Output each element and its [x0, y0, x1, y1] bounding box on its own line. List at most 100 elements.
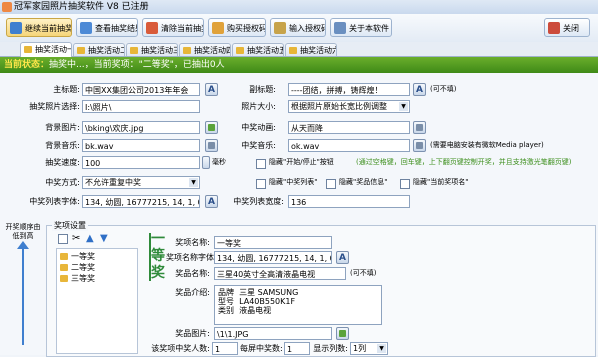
font-button[interactable]: A	[336, 251, 349, 264]
list-width-input[interactable]: 136	[288, 195, 410, 208]
about-button[interactable]: 关于本软件	[330, 18, 392, 37]
mode-label: 中奖方式:	[45, 178, 80, 187]
toolbar: 继续当前抽奖 查看抽奖结果 清除当前抽奖 购买授权码 输入授权码 关于本软件 关…	[0, 14, 598, 43]
order-arrow-shaft	[22, 245, 24, 345]
browse-anim-button[interactable]	[413, 121, 426, 134]
winner-count-input[interactable]: 1	[212, 342, 238, 355]
sub-title-label: 副标题:	[249, 85, 276, 94]
name-font-input[interactable]: 134, 幼圆, 16777215, 14, 1, 0, 0, 0	[214, 251, 332, 264]
folder-icon	[183, 47, 191, 54]
status-label: 当前状态：	[4, 60, 50, 70]
window-title: 冠军家园照片抽奖软件 V8 已注册	[14, 2, 149, 12]
buy-license-button[interactable]: 购买授权码	[208, 18, 266, 37]
browse-image-button[interactable]	[205, 121, 218, 134]
tab-activity-4[interactable]: 抽奖活动四	[179, 43, 231, 56]
sub-title-input[interactable]: ----团结，拼搏，铸辉煌！	[288, 83, 410, 96]
prize-image-input[interactable]: \1\1.JPG	[214, 327, 332, 340]
win-music-input[interactable]: ok.wav	[288, 139, 410, 152]
columns-select[interactable]: 1列 ▼	[350, 342, 388, 355]
hide-prize-info-label: 隐藏"奖品信息"	[339, 178, 388, 186]
list-item[interactable]: 三等奖	[59, 273, 95, 284]
hide-prize-info-checkbox[interactable]	[326, 179, 336, 189]
folder-icon	[130, 47, 138, 54]
cut-icon[interactable]: ✂	[72, 233, 80, 244]
tab-activity-5[interactable]: 抽奖活动五	[232, 43, 284, 56]
play-icon	[10, 22, 22, 34]
list-item[interactable]: 二等奖	[59, 262, 95, 273]
font-button[interactable]: A	[205, 195, 218, 208]
tab-activity-6[interactable]: 抽奖活动六	[285, 43, 337, 56]
new-prize-icon[interactable]	[58, 234, 68, 244]
folder-icon	[24, 46, 32, 53]
settings-icon	[416, 124, 423, 131]
speed-input[interactable]: 100	[82, 156, 200, 169]
win-music-label: 中奖音乐:	[241, 141, 276, 150]
bell-icon	[60, 264, 68, 271]
app-icon	[2, 2, 12, 12]
prize-intro-textarea[interactable]: 品牌 三星 SAMSUNG 型号 LA40B550K1F 类别 液晶电视	[214, 285, 382, 325]
status-text: 抽奖中...，当前奖项："二等奖"，已抽出0人	[49, 60, 225, 70]
browse-prize-image-button[interactable]	[336, 327, 349, 340]
bg-image-input[interactable]: \bking\欢庆.jpg	[82, 121, 200, 134]
hide-current-prize-label: 隐藏"当前奖项名"	[413, 178, 469, 186]
anim-label: 中奖动画:	[241, 123, 276, 132]
sub-title-note: (可不填)	[430, 85, 457, 93]
speed-label: 抽奖速度:	[45, 158, 80, 167]
bg-music-label: 背景音乐:	[45, 141, 80, 150]
tab-activity-1[interactable]: 抽奖活动一	[20, 42, 72, 57]
tab-activity-2[interactable]: 抽奖活动二	[73, 43, 125, 56]
media-player-note: (需要电脑安装有微软Media player)	[430, 141, 544, 149]
prize-item-note: (可不填)	[350, 269, 377, 277]
image-icon	[208, 124, 215, 131]
speed-spinner[interactable]	[202, 156, 210, 169]
music-icon	[208, 142, 215, 149]
chevron-down-icon[interactable]: ▼	[377, 344, 386, 353]
tab-activity-3[interactable]: 抽奖活动三	[126, 43, 178, 56]
folder-icon	[77, 47, 85, 54]
folder-icon	[289, 47, 297, 54]
move-down-icon[interactable]: ▼	[100, 233, 108, 244]
move-up-icon[interactable]: ▲	[86, 233, 94, 244]
close-button[interactable]: 关闭	[544, 18, 590, 37]
list-item[interactable]: 一等奖	[59, 251, 95, 262]
photo-size-select[interactable]: 根据照片原始长宽比例调整 ▼	[288, 100, 410, 113]
clear-icon	[146, 22, 158, 34]
main-title-label: 主标题:	[53, 85, 80, 94]
anim-input[interactable]: 从天而降	[288, 121, 410, 134]
list-font-input[interactable]: 134, 幼圆, 16777215, 14, 1, 0, 0, 0	[82, 195, 200, 208]
prize-group-title: 奖项设置	[52, 220, 88, 231]
prize-image-label: 奖品图片:	[175, 329, 210, 338]
mode-select[interactable]: 不允许重复中奖 ▼	[82, 176, 200, 189]
status-bar: 当前状态：抽奖中...，当前奖项："二等奖"，已抽出0人	[0, 57, 598, 73]
per-screen-input[interactable]: 1	[284, 342, 310, 355]
music-icon	[416, 142, 423, 149]
browse-win-music-button[interactable]	[413, 139, 426, 152]
prize-item-label: 奖品名称:	[175, 269, 210, 278]
prize-name-input[interactable]: 一等奖	[214, 236, 332, 249]
continue-draw-button[interactable]: 继续当前抽奖	[6, 18, 72, 37]
hide-win-list-checkbox[interactable]	[256, 179, 266, 189]
main-title-input[interactable]: 中国XX集团公司2013年年会	[82, 83, 200, 96]
browse-music-button[interactable]	[205, 139, 218, 152]
columns-label: 显示列数:	[313, 344, 348, 353]
view-results-button[interactable]: 查看抽奖结果	[76, 18, 138, 37]
hide-start-stop-checkbox[interactable]	[256, 159, 266, 169]
font-button[interactable]: A	[413, 83, 426, 96]
hide-current-prize-checkbox[interactable]	[400, 179, 410, 189]
photo-dir-input[interactable]: I:\照片\	[82, 100, 200, 113]
cart-icon	[212, 22, 224, 34]
chevron-down-icon[interactable]: ▼	[189, 178, 198, 187]
hotkey-hint: (通过空格键，回车键，上下翻页键控制开奖，并且支持激光笔翻页键)	[356, 158, 572, 166]
prize-name-label: 奖项名称:	[175, 238, 210, 247]
font-button[interactable]: A	[205, 83, 218, 96]
prize-item-input[interactable]: 三星40英寸全高清液晶电视	[214, 267, 346, 280]
per-screen-label: 每屏中奖数:	[240, 344, 283, 353]
settings-form: 主标题: 中国XX集团公司2013年年会 A 副标题: ----团结，拼搏，铸辉…	[0, 73, 598, 357]
bell-icon	[60, 253, 68, 260]
chevron-down-icon[interactable]: ▼	[399, 102, 408, 111]
tab-strip: 抽奖活动一 抽奖活动二 抽奖活动三 抽奖活动四 抽奖活动五 抽奖活动六	[0, 42, 598, 57]
enter-license-button[interactable]: 输入授权码	[270, 18, 326, 37]
bg-music-input[interactable]: bk.wav	[82, 139, 200, 152]
clear-draw-button[interactable]: 清除当前抽奖	[142, 18, 204, 37]
image-icon	[339, 330, 346, 337]
